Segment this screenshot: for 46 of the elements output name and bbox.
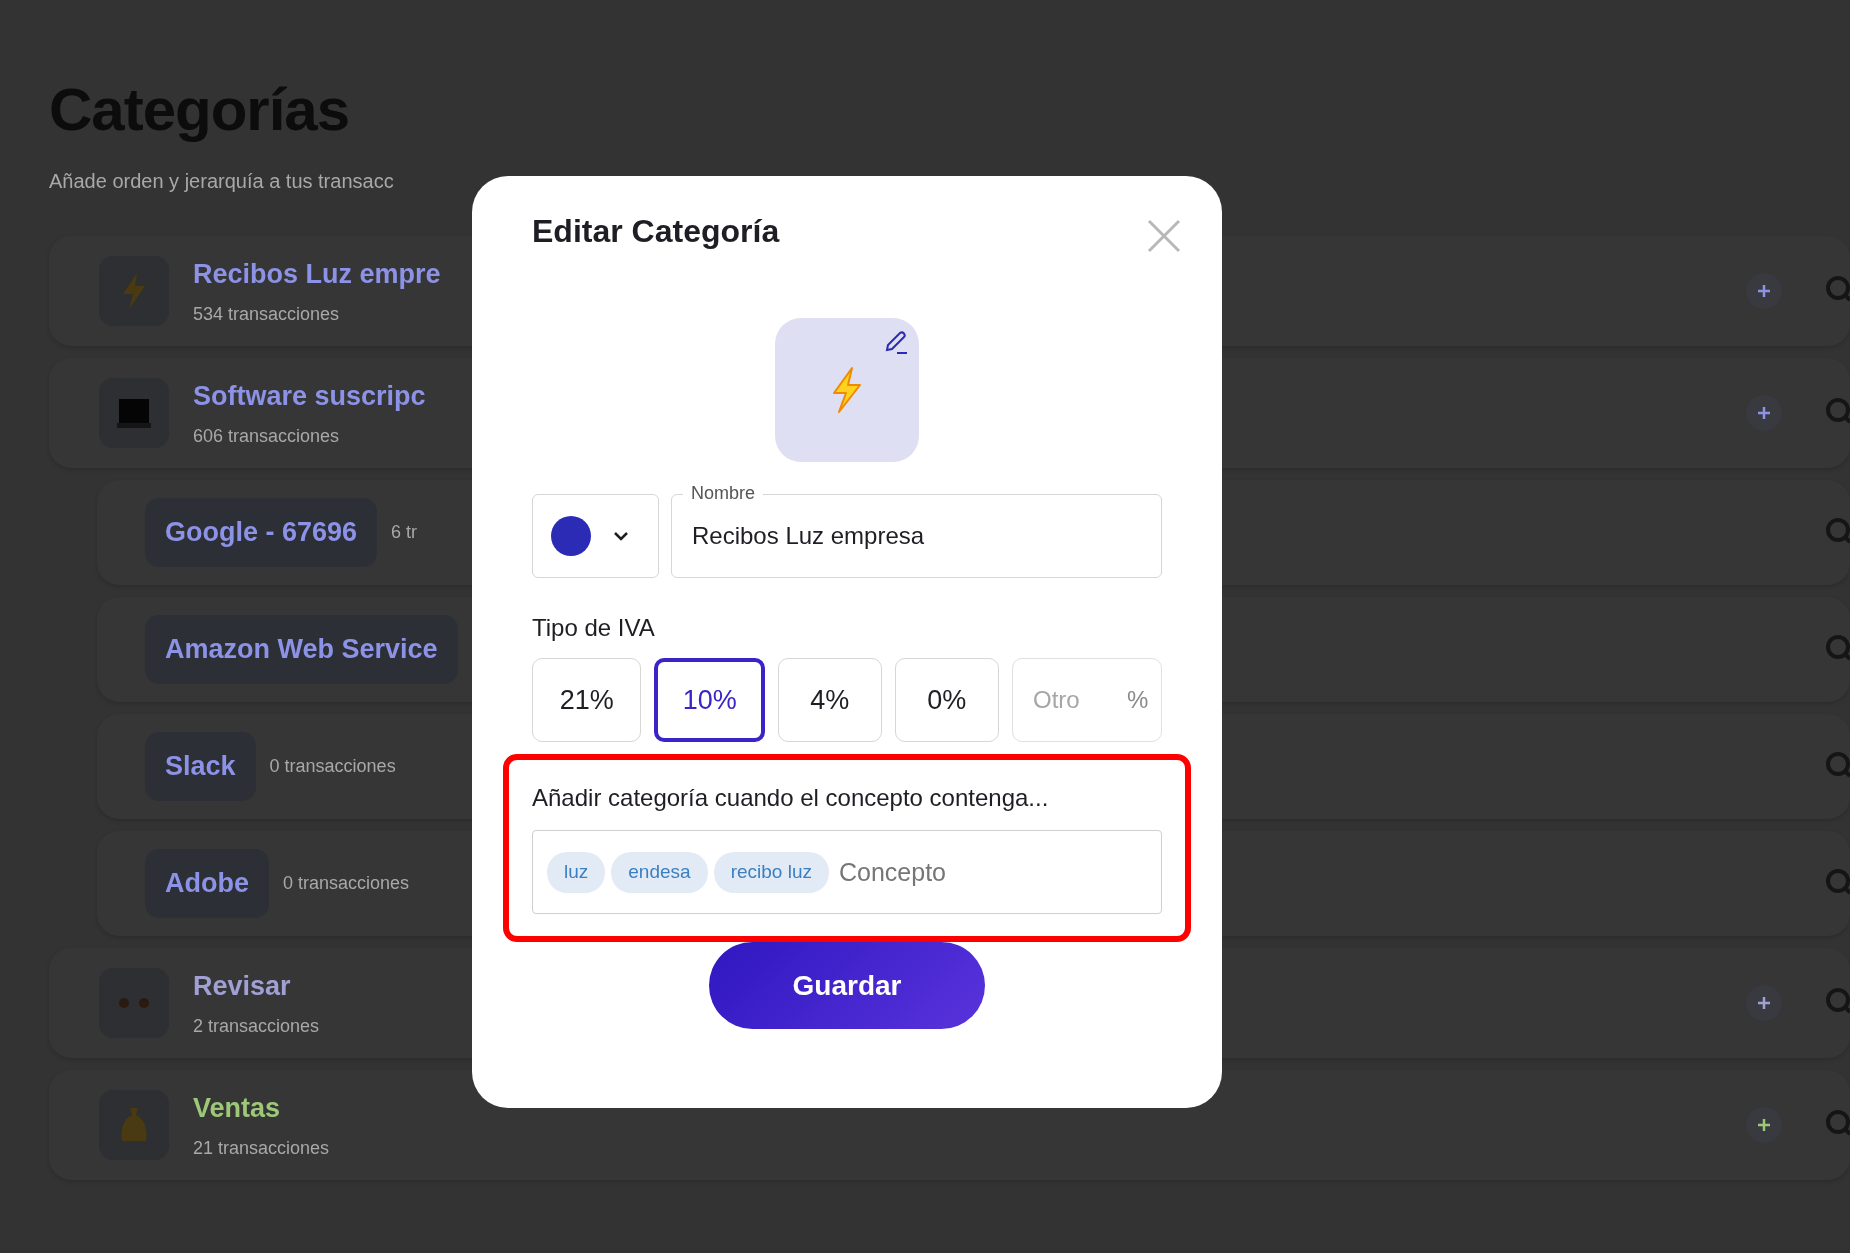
plus-icon	[1757, 406, 1771, 420]
keyword-tag[interactable]: luz	[547, 852, 606, 893]
keyword-tag[interactable]: endesa	[611, 852, 708, 893]
vat-input[interactable]: Otro	[1031, 681, 1121, 720]
subcategory-tag: Slack	[145, 732, 256, 801]
category-name: Revisar	[193, 970, 292, 1004]
percent-suffix: %	[1127, 685, 1149, 716]
close-button[interactable]	[1146, 218, 1182, 254]
vat-option[interactable]: 4%	[778, 658, 882, 743]
plus-icon	[1757, 996, 1771, 1010]
keyword-tag[interactable]: recibo luz	[713, 852, 829, 893]
transaction-count: 0 transacciones	[283, 872, 410, 895]
plus-icon	[1757, 284, 1771, 298]
keyword-field[interactable]: luz endesa recibo luz Concepto	[532, 830, 1162, 915]
vat-option[interactable]: 10%	[654, 658, 765, 743]
chevron-down-icon	[613, 531, 629, 542]
transaction-count: 6 tr	[391, 521, 418, 544]
category-name: Ventas	[193, 1092, 282, 1126]
add-subcategory-button[interactable]	[1746, 985, 1782, 1021]
color-picker[interactable]	[532, 494, 659, 579]
eyes-icon	[116, 996, 152, 1010]
transaction-count: 534 transacciones	[193, 302, 341, 326]
plus-icon	[1757, 1118, 1771, 1132]
concept-input[interactable]: Concepto	[836, 852, 1163, 893]
dialog-title: Editar Categoría	[532, 212, 781, 251]
page-subtitle: Añade orden y jerarquía a tus transacc	[49, 169, 395, 194]
transaction-count: 21 transacciones	[193, 1136, 330, 1160]
transaction-count: 2 transacciones	[193, 1014, 320, 1038]
subcategory-tag: Adobe	[145, 849, 269, 918]
save-button[interactable]: Guardar	[709, 942, 985, 1030]
transaction-count: 606 transacciones	[193, 424, 341, 448]
vat-option[interactable]: 21%	[532, 658, 642, 743]
other-vat-field[interactable]: Otro %	[1012, 658, 1162, 743]
pencil-icon[interactable]	[883, 330, 909, 357]
subcategory-tag: Google - 67696	[145, 498, 378, 567]
lightning-icon	[830, 366, 864, 415]
add-subcategory-button[interactable]	[1746, 395, 1782, 431]
add-subcategory-button[interactable]	[1746, 273, 1782, 309]
add-subcategory-button[interactable]	[1746, 1107, 1782, 1143]
category-name: Software suscripc	[193, 380, 426, 414]
vat-option[interactable]: 0%	[894, 658, 999, 743]
vat-label: Tipo de IVA	[532, 613, 656, 644]
category-name: Recibos Luz empre	[193, 258, 441, 292]
subcategory-tag: Amazon Web Service	[145, 615, 458, 684]
rule-label: Añadir categoría cuando el concepto contenga...	[532, 783, 1050, 814]
transaction-count: 0 transacciones	[269, 755, 396, 778]
